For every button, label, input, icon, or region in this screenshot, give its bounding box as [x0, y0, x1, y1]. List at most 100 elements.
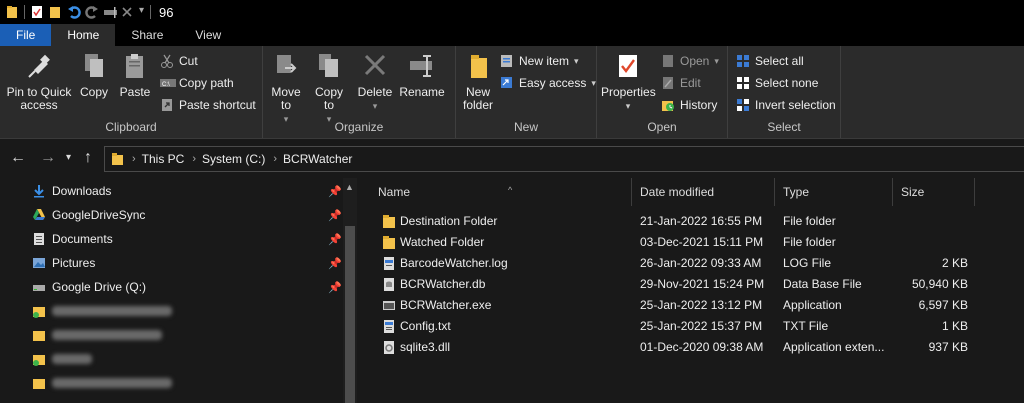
toolbar-separator [150, 5, 152, 19]
column-header-name[interactable]: ^ Name [370, 178, 632, 206]
scroll-up-arrow-icon[interactable]: ▲ [345, 182, 354, 192]
tab-view[interactable]: View [179, 24, 237, 46]
file-name: BCRWatcher.db [400, 277, 486, 291]
file-date: 25-Jan-2022 15:37 PM [640, 319, 763, 333]
pinned-icon: 📌 [328, 186, 342, 198]
nav-item-googledrivesync[interactable]: GoogleDriveSync [32, 204, 145, 226]
move-to-label: Move to [271, 85, 301, 112]
nav-item-documents[interactable]: Documents [32, 228, 113, 250]
delete-icon[interactable] [121, 5, 133, 19]
copy-path-button[interactable]: C:\ Copy path [160, 74, 234, 92]
copy-to-button[interactable]: Copy to ▾ [309, 52, 349, 126]
file-row[interactable]: Config.txt 25-Jan-2022 15:37 PM TXT File… [378, 316, 986, 337]
pinned-icon: 📌 [328, 210, 342, 222]
title-bar: ▾ 96 [0, 0, 1024, 24]
folder-location-icon [111, 152, 124, 166]
new-folder-icon[interactable] [49, 5, 61, 19]
nav-item-pictures[interactable]: Pictures [32, 252, 95, 274]
nav-item-redacted[interactable] [32, 348, 92, 370]
column-header-date[interactable]: Date modified [632, 178, 775, 206]
edit-button[interactable]: Edit [661, 74, 701, 92]
properties-button[interactable]: Properties ▾ [601, 52, 656, 113]
rename-cursor-icon [409, 52, 435, 80]
exe-file-icon [382, 298, 396, 313]
tab-file[interactable]: File [0, 24, 52, 46]
file-date: 01-Dec-2020 09:38 AM [640, 340, 764, 354]
address-bar[interactable]: › This PC › System (C:) › BCRWatcher [104, 146, 1024, 172]
column-header-type[interactable]: Type [775, 178, 893, 206]
undo-icon[interactable] [67, 5, 81, 19]
file-row[interactable]: sqlite3.dll 01-Dec-2020 09:38 AM Applica… [378, 337, 986, 358]
file-row[interactable]: Watched Folder 03-Dec-2021 15:11 PM File… [378, 232, 986, 253]
redacted-label [52, 354, 92, 364]
file-date: 25-Jan-2022 13:12 PM [640, 298, 763, 312]
move-to-button[interactable]: Move to ▾ [269, 52, 303, 126]
redo-icon[interactable] [85, 5, 98, 19]
breadcrumb-separator-icon[interactable]: › [192, 153, 196, 165]
paste-icon [122, 52, 148, 80]
rename-label: Rename [399, 85, 445, 99]
select-none-button[interactable]: Select none [736, 74, 818, 92]
rename-button[interactable]: Rename [399, 52, 445, 99]
breadcrumb-separator-icon[interactable]: › [273, 153, 277, 165]
nav-item-redacted[interactable] [32, 300, 172, 322]
new-item-button[interactable]: New item ▾ [500, 52, 579, 70]
nav-item-redacted[interactable] [32, 372, 172, 394]
breadcrumb-this-pc[interactable]: This PC [142, 152, 185, 166]
delete-dropdown-chevron-icon: ▾ [372, 101, 378, 111]
customize-toolbar-chevron-icon[interactable]: ▾ [139, 5, 144, 19]
select-all-icon [736, 54, 750, 68]
recent-locations-chevron-icon[interactable]: ▾ [66, 152, 71, 163]
file-list: ^ Name Date modified Type Size Destinati… [360, 178, 1024, 403]
paste-button[interactable]: Paste [116, 52, 154, 99]
file-date: 26-Jan-2022 09:33 AM [640, 256, 762, 270]
properties-icon [615, 52, 641, 80]
breadcrumb-bcrwatcher[interactable]: BCRWatcher [283, 152, 352, 166]
invert-selection-button[interactable]: Invert selection [736, 96, 836, 114]
cut-label: Cut [179, 54, 198, 68]
new-item-dropdown-chevron-icon: ▾ [574, 55, 579, 66]
nav-item-redacted[interactable] [32, 324, 162, 346]
window-icon [6, 5, 18, 19]
rename-icon[interactable] [103, 5, 117, 19]
file-date: 03-Dec-2021 15:11 PM [640, 235, 764, 249]
properties-check-icon[interactable] [31, 5, 43, 19]
copy-to-label: Copy to [314, 85, 343, 112]
history-button[interactable]: History [661, 96, 717, 114]
nav-item-google-drive-q[interactable]: Google Drive (Q:) [32, 276, 146, 298]
file-row[interactable]: BarcodeWatcher.log 26-Jan-2022 09:33 AM … [378, 253, 986, 274]
folder-icon [32, 376, 46, 390]
scrollbar-thumb[interactable] [345, 226, 355, 403]
breadcrumb-separator-icon[interactable]: › [132, 153, 136, 165]
forward-arrow-icon[interactable]: → [40, 149, 56, 167]
file-row[interactable]: BCRWatcher.exe 25-Jan-2022 13:12 PM Appl… [378, 295, 986, 316]
cut-button[interactable]: Cut [160, 52, 198, 70]
select-all-button[interactable]: Select all [736, 52, 804, 70]
delete-button[interactable]: Delete ▾ [357, 52, 393, 113]
new-group-label: New [513, 120, 538, 134]
file-size: 1 KB [941, 319, 968, 333]
column-header-size[interactable]: Size [893, 178, 975, 206]
up-arrow-icon[interactable]: ↑ [84, 149, 92, 167]
open-button[interactable]: Open ▾ [661, 52, 719, 70]
navigation-scrollbar[interactable]: ▲ [343, 178, 357, 403]
easy-access-button[interactable]: Easy access ▾ [500, 74, 596, 92]
file-date: 21-Jan-2022 16:55 PM [640, 214, 763, 228]
paste-shortcut-button[interactable]: Paste shortcut [160, 96, 256, 114]
new-folder-button[interactable]: New folder [458, 52, 498, 112]
select-none-label: Select none [755, 76, 819, 90]
file-row[interactable]: BCRWatcher.db 29-Nov-2021 15:24 PM Data … [378, 274, 986, 295]
breadcrumb-system-c[interactable]: System (C:) [202, 152, 265, 166]
move-to-icon [273, 52, 299, 80]
back-arrow-icon[interactable]: ← [10, 149, 26, 167]
nav-item-downloads[interactable]: Downloads [32, 180, 111, 202]
tab-home[interactable]: Home [51, 24, 116, 46]
ribbon-tabs: File Home Share View [0, 24, 1024, 46]
pin-to-quick-access-button[interactable]: Pin to Quick access [4, 52, 74, 112]
nav-item-label: Documents [52, 232, 113, 246]
copy-button[interactable]: Copy [78, 52, 110, 99]
file-row[interactable]: Destination Folder 21-Jan-2022 16:55 PM … [378, 211, 986, 232]
select-group-label: Select [767, 120, 801, 134]
address-row: ← → ▾ ↑ › This PC › System (C:) › BCRWat… [0, 140, 1024, 176]
tab-share[interactable]: Share [115, 24, 179, 46]
